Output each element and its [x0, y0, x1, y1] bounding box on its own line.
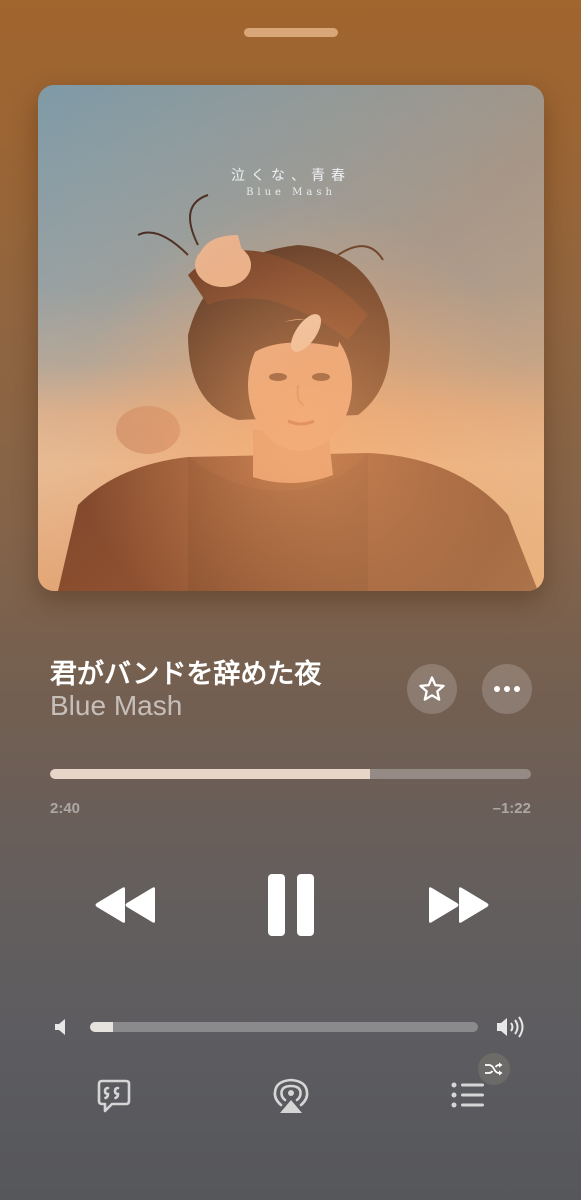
favorite-button[interactable] [407, 664, 457, 714]
remaining-time: –1:22 [492, 800, 531, 817]
volume-slider-fill [90, 1022, 114, 1032]
airplay-icon [273, 1078, 309, 1113]
queue-list-icon [451, 1082, 484, 1108]
star-icon [419, 676, 445, 701]
playback-progress-bar[interactable] [50, 769, 531, 779]
more-options-button[interactable] [482, 664, 532, 714]
queue-button[interactable] [450, 1080, 486, 1114]
rewind-icon [95, 887, 155, 923]
speaker-high-icon [496, 1013, 528, 1045]
lyrics-button[interactable] [96, 1078, 132, 1118]
album-cover-title: 泣くな、青春 [231, 168, 351, 184]
volume-slider[interactable] [90, 1022, 478, 1032]
shuffle-badge [478, 1053, 510, 1085]
sheet-grabber[interactable] [244, 28, 338, 37]
speaker-low-icon [54, 1017, 70, 1041]
airplay-button[interactable] [272, 1076, 310, 1120]
fast-forward-icon [429, 887, 489, 923]
pause-button[interactable] [266, 873, 316, 941]
album-artwork-photo [38, 85, 544, 591]
song-artist[interactable]: Blue Mash [50, 690, 182, 722]
lyrics-quote-icon [97, 1079, 131, 1113]
ellipsis-icon [494, 686, 520, 692]
fast-forward-button[interactable] [426, 885, 490, 929]
shuffle-icon [485, 1062, 503, 1076]
rewind-button[interactable] [94, 885, 158, 929]
playback-progress-fill [50, 769, 370, 779]
elapsed-time: 2:40 [50, 800, 81, 817]
album-artwork: 泣くな、青春 Blue Mash [38, 85, 544, 591]
song-title: 君がバンドを辞めた夜 [50, 659, 322, 690]
album-cover-artist: Blue Mash [246, 187, 336, 198]
pause-icon [268, 874, 314, 936]
